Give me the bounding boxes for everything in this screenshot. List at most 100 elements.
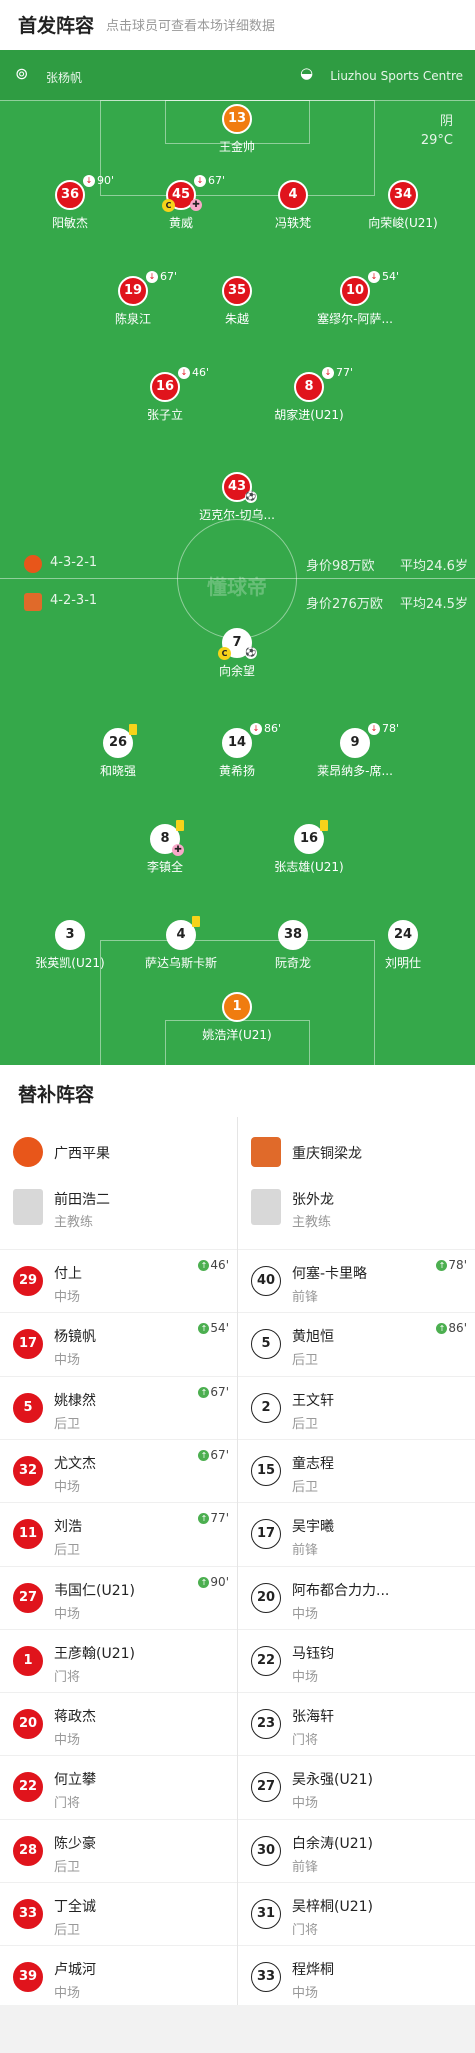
substitute-position: 后卫 bbox=[54, 1416, 81, 1432]
player-home-5[interactable]: 19 陈泉江 ↓ 67' bbox=[78, 270, 188, 336]
player-name: 陈泉江 bbox=[114, 312, 151, 326]
sub-off-time: ↓ 90' bbox=[83, 174, 114, 187]
player-away-3[interactable]: 9 莱昂纳多-席... ↓ 78' bbox=[300, 722, 410, 788]
substitute-row[interactable]: 15 童志程 后卫 bbox=[238, 1438, 475, 1502]
player-name: 王金帅 bbox=[218, 140, 255, 154]
player-away-0[interactable]: 7 向余望 C ⚽ bbox=[182, 628, 292, 688]
substitute-row[interactable]: 20 阿布都合力力... 中场 bbox=[238, 1565, 475, 1629]
substitute-name: 张海轩 bbox=[292, 1709, 334, 1726]
substitute-row[interactable]: 5 姚棣然 后卫 ↑ 67' bbox=[0, 1375, 237, 1439]
substitute-name: 王彦翰(U21) bbox=[54, 1645, 135, 1662]
substitute-number: 20 bbox=[13, 1709, 43, 1740]
substitute-name: 程烨桐 bbox=[292, 1962, 334, 1979]
player-away-2[interactable]: 14 黄希扬 ↓ 86' bbox=[182, 722, 292, 788]
player-home-7[interactable]: 10 塞缪尔-阿萨... ↓ 54' bbox=[300, 270, 410, 336]
player-number: 35 bbox=[222, 276, 252, 306]
substitute-number: 17 bbox=[13, 1329, 43, 1360]
substitute-row[interactable]: 29 付上 中场 ↑ 46' bbox=[0, 1249, 237, 1312]
sub-off-icon: ↓ bbox=[368, 723, 380, 735]
substitute-row[interactable]: 27 韦国仁(U21) 中场 ↑ 90' bbox=[0, 1565, 237, 1629]
substitute-row[interactable]: 27 吴永强(U21) 中场 bbox=[238, 1755, 475, 1818]
substitute-position: 中场 bbox=[54, 1290, 81, 1305]
lineup-subtitle: 点击球员可查看本场详细数据 bbox=[106, 19, 276, 34]
substitute-number: 30 bbox=[251, 1835, 281, 1866]
player-away-5[interactable]: 16 张志雄(U21) bbox=[254, 820, 364, 884]
substitute-row[interactable]: 22 何立攀 门将 bbox=[0, 1755, 237, 1818]
substitute-name: 黄旭恒 bbox=[292, 1329, 334, 1346]
substitute-position: 后卫 bbox=[54, 1859, 81, 1875]
player-home-8[interactable]: 16 张子立 ↓ 46' bbox=[110, 366, 220, 432]
stadium-icon: ◒ bbox=[300, 64, 314, 82]
player-away-1[interactable]: 26 和晓强 bbox=[63, 724, 173, 788]
substitute-position: 中场 bbox=[292, 1986, 319, 2002]
substitute-row[interactable]: 5 黄旭恒 后卫 ↑ 86' bbox=[238, 1312, 475, 1375]
player-number: 4 bbox=[278, 180, 308, 210]
substitute-row[interactable]: 28 陈少豪 后卫 bbox=[0, 1818, 237, 1882]
substitute-position: 后卫 bbox=[292, 1353, 319, 1369]
substitute-row[interactable]: 22 马钰钧 中场 bbox=[238, 1628, 475, 1692]
substitute-number: 33 bbox=[251, 1962, 281, 1993]
player-away-8[interactable]: 38 阮奇龙 bbox=[238, 920, 348, 980]
captain-badge: C bbox=[162, 199, 175, 212]
home-average-age: 平均24.6岁 bbox=[400, 559, 468, 574]
substitute-name: 尤文杰 bbox=[54, 1455, 96, 1472]
player-home-6[interactable]: 35 朱越 bbox=[182, 276, 292, 336]
substitute-row[interactable]: 17 吴宇曦 前锋 bbox=[238, 1502, 475, 1565]
substitute-position: 中场 bbox=[54, 1733, 81, 1749]
sub-in-time: ↑ 86' bbox=[436, 1321, 467, 1335]
player-home-10[interactable]: 43 迈克尔-切乌... ⚽ bbox=[182, 472, 292, 532]
sub-off-icon: ↓ bbox=[146, 271, 158, 283]
whistle-icon: ⊚ bbox=[15, 64, 29, 83]
player-home-4[interactable]: 34 向荣峻(U21) bbox=[348, 180, 458, 240]
substitute-row[interactable]: 33 丁全诚 后卫 bbox=[0, 1882, 237, 1945]
substitute-row[interactable]: 31 吴梓桐(U21) 门将 bbox=[238, 1882, 475, 1945]
substitute-row[interactable]: 30 白余涛(U21) 前锋 bbox=[238, 1818, 475, 1882]
player-home-1[interactable]: 36 阳敏杰 ↓ 90' bbox=[15, 174, 125, 240]
player-away-7[interactable]: 4 萨达乌斯卡斯 bbox=[126, 916, 236, 980]
injury-icon: ✚ bbox=[190, 199, 202, 211]
substitute-row[interactable]: 23 张海轩门将 bbox=[238, 1692, 475, 1755]
player-away-9[interactable]: 24 刘明仕 bbox=[348, 920, 458, 980]
player-away-6[interactable]: 3 张英凯(U21) bbox=[15, 920, 125, 980]
substitute-row[interactable]: 39 卢城河 中场 bbox=[0, 1945, 237, 2008]
substitute-name: 白余涛(U21) bbox=[292, 1835, 373, 1852]
player-home-9[interactable]: 8 胡家进(U21) ↓ 77' bbox=[254, 366, 364, 432]
substitute-name: 卢城河 bbox=[54, 1962, 96, 1979]
substitute-row[interactable]: 2 王文轩 后卫 bbox=[238, 1375, 475, 1439]
player-number: 36 bbox=[55, 180, 85, 210]
substitute-row[interactable]: 32 尤文杰 中场 ↑ 67' bbox=[0, 1438, 237, 1502]
sub-in-time: ↑ 67' bbox=[198, 1385, 229, 1399]
sub-in-icon: ↑ bbox=[436, 1323, 448, 1335]
away-team-band: 4-2-3-1 身价276万欧 平均24.5岁 bbox=[0, 584, 475, 620]
player-home-3[interactable]: 4 冯轶梵 bbox=[238, 180, 348, 240]
page-footer bbox=[0, 2005, 475, 2053]
substitute-position: 中场 bbox=[292, 1606, 319, 1622]
home-coach[interactable]: 前田浩二 主教练 bbox=[0, 1183, 237, 1239]
substitute-position: 后卫 bbox=[54, 1923, 81, 1938]
substitute-row[interactable]: 17 杨镜帆 中场 ↑ 54' bbox=[0, 1312, 237, 1375]
substitute-number: 2 bbox=[251, 1392, 281, 1423]
substitute-row[interactable]: 11 刘浩 后卫 ↑ 77' bbox=[0, 1502, 237, 1565]
substitute-number: 33 bbox=[13, 1899, 43, 1929]
coach-avatar bbox=[13, 1189, 43, 1225]
substitute-row[interactable]: 20 蒋政杰 中场 bbox=[0, 1692, 237, 1755]
substitute-position: 门将 bbox=[292, 1733, 319, 1749]
player-home-2[interactable]: 45 黄威 ↓ 67' C ✚ bbox=[126, 174, 236, 240]
player-home-0[interactable]: 13 王金帅 bbox=[182, 104, 292, 164]
away-coach[interactable]: 张外龙 主教练 bbox=[238, 1183, 475, 1239]
away-formation: 4-2-3-1 bbox=[50, 593, 98, 608]
substitute-position: 中场 bbox=[292, 1669, 319, 1685]
substitute-number: 23 bbox=[251, 1709, 281, 1740]
match-info-bar: ⊚ 张杨帆 ◒ Liuzhou Sports Centre bbox=[0, 50, 475, 100]
sub-off-time: ↓ 54' bbox=[368, 270, 399, 283]
player-away-10[interactable]: 1 姚浩洋(U21) bbox=[182, 992, 292, 1052]
player-number: 10 bbox=[340, 276, 370, 306]
home-formation: 4-3-2-1 bbox=[50, 555, 98, 570]
substitute-row[interactable]: 1 王彦翰(U21) 门将 bbox=[0, 1628, 237, 1692]
player-number: 34 bbox=[388, 180, 418, 210]
player-name: 张英凯(U21) bbox=[35, 956, 105, 970]
substitute-row[interactable]: 33 程烨桐中场 bbox=[238, 1945, 475, 2008]
substitute-row[interactable]: 40 何塞-卡里略 前锋 ↑ 78' bbox=[238, 1249, 475, 1312]
player-away-4[interactable]: 8 李镇全 ✚ bbox=[110, 820, 220, 884]
sub-off-time: ↓ 86' bbox=[250, 722, 281, 735]
